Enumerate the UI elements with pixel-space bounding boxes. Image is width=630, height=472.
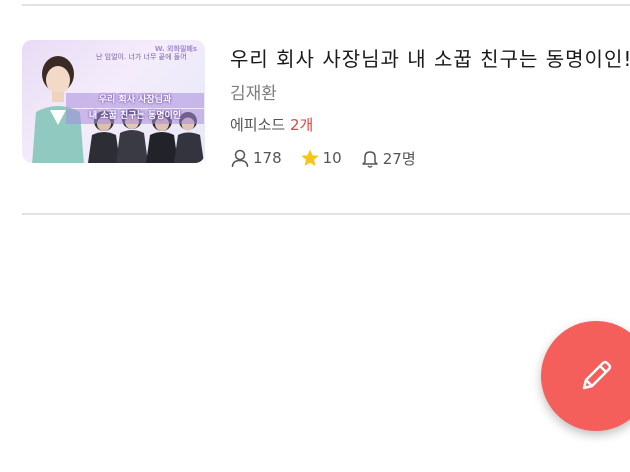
top-divider: [22, 4, 630, 6]
readers-stat: 178: [230, 148, 282, 168]
bell-icon: [361, 151, 378, 168]
cover-title-line2: 내 소꿉 친구는 동명이인: [66, 109, 204, 124]
person-icon: [231, 149, 249, 168]
cover-tagline: 난 임얼이. 너가 너무 끝에 들어: [96, 53, 187, 61]
subscribers-count: 27명: [382, 149, 416, 168]
episode-count: 에피소드 2개: [230, 115, 630, 135]
story-card[interactable]: W. 외화밀폐s 난 임얼이. 너가 너무 끝에 들어 우리 회사 사장님과 내…: [22, 38, 630, 188]
pencil-icon: [582, 360, 612, 390]
story-author[interactable]: 김재환: [230, 83, 630, 105]
cover-title: 우리 회사 사장님과 내 소꿉 친구는 동명이인: [66, 92, 204, 126]
stars-count: 10: [322, 149, 342, 167]
story-title[interactable]: 우리 회사 사장님과 내 소꿉 친구는 동명이인!: [230, 46, 630, 72]
bottom-divider: [22, 213, 630, 215]
episode-label: 에피소드: [230, 116, 286, 134]
subscribers-stat: 27명: [360, 148, 416, 169]
story-thumbnail[interactable]: W. 외화밀폐s 난 임얼이. 너가 너무 끝에 들어 우리 회사 사장님과 내…: [22, 40, 205, 163]
write-button[interactable]: [541, 321, 630, 431]
episode-count-value: 2개: [289, 116, 314, 134]
cover-title-line1: 우리 회사 사장님과: [66, 93, 204, 108]
story-info: 우리 회사 사장님과 내 소꿉 친구는 동명이인! 김재환 에피소드 2개 17…: [230, 38, 630, 169]
readers-count: 178: [253, 149, 282, 167]
stars-stat: 10: [300, 148, 342, 168]
story-stats: 178 10 27명: [230, 147, 630, 169]
star-icon: [300, 149, 319, 166]
